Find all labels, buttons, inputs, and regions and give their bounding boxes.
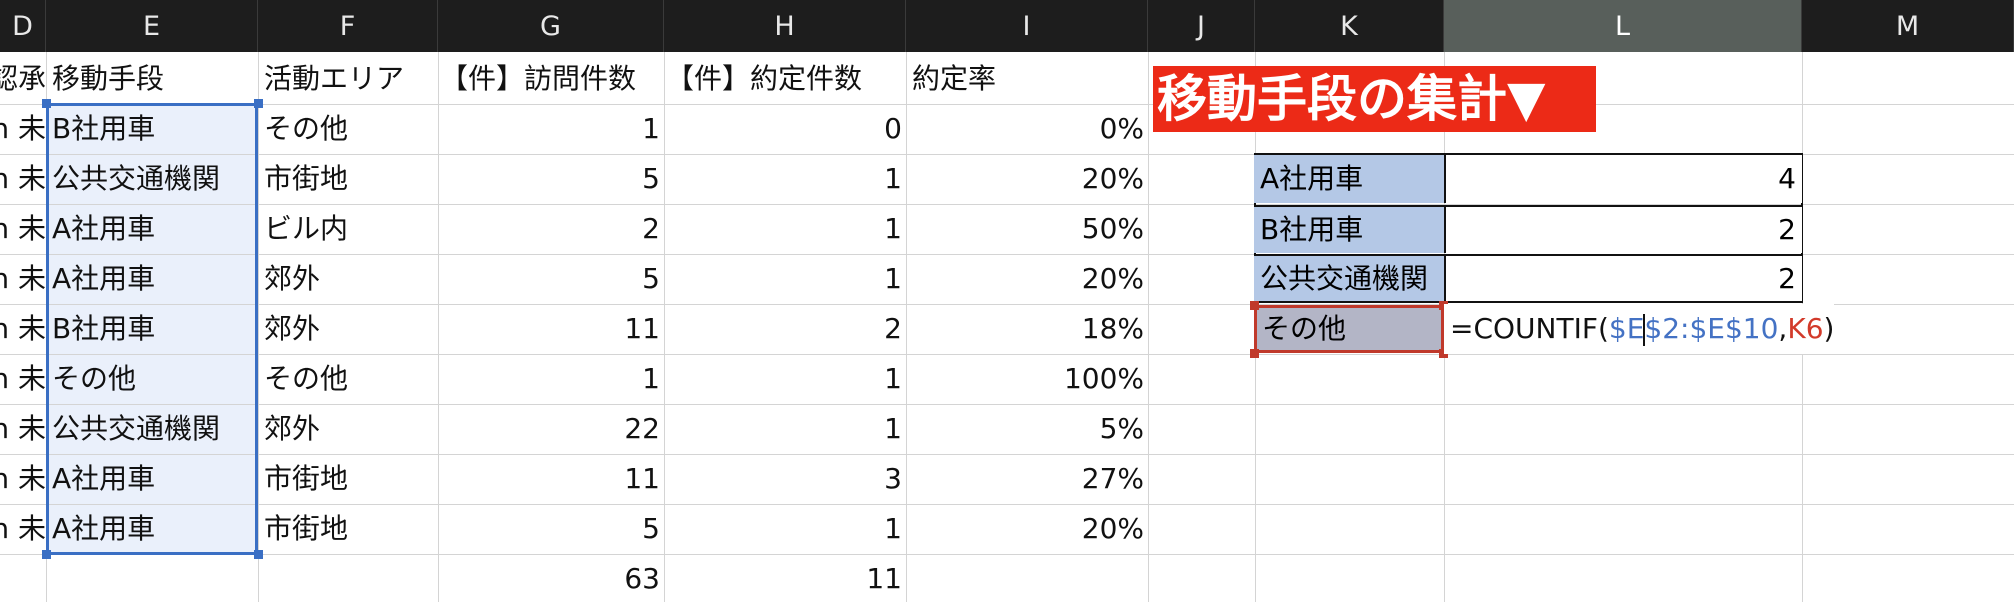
cell-d8[interactable]: n 未	[0, 404, 46, 454]
cell-f3[interactable]: 市街地	[258, 154, 438, 204]
selection-border	[46, 103, 258, 555]
cell-i7[interactable]: 100%	[906, 354, 1148, 404]
cell-f10[interactable]: 市街地	[258, 504, 438, 554]
cell-d10[interactable]: n 未	[0, 504, 46, 554]
cell-h7[interactable]: 1	[664, 354, 906, 404]
formula-comma: ,	[1778, 312, 1788, 345]
cell-f7[interactable]: その他	[258, 354, 438, 404]
cell-d4[interactable]: n 未	[0, 204, 46, 254]
formula-suffix: )	[1823, 312, 1835, 345]
gridline	[0, 554, 2014, 555]
column-header-k[interactable]: K	[1255, 0, 1444, 52]
ref-handle[interactable]	[1250, 301, 1259, 310]
cell-d9[interactable]: n 未	[0, 454, 46, 504]
cell-f9[interactable]: 市街地	[258, 454, 438, 504]
cell-g9[interactable]: 11	[438, 454, 664, 504]
cell-i10[interactable]: 20%	[906, 504, 1148, 554]
cell-d7[interactable]: n 未	[0, 354, 46, 404]
summary-label-b[interactable]: B社用車	[1254, 205, 1444, 253]
gridline	[1148, 52, 1149, 602]
formula-range-rest: $2:$E$10	[1644, 312, 1779, 345]
column-header-d[interactable]: D	[0, 0, 46, 52]
cell-g6[interactable]: 11	[438, 304, 664, 354]
cell-g-total[interactable]: 63	[438, 554, 664, 604]
cell-i1-header[interactable]: 約定率	[906, 54, 1148, 104]
summary-value-b[interactable]: 2	[1444, 205, 1802, 253]
summary-label-other[interactable]: その他	[1254, 305, 1444, 353]
formula-range-start: $E	[1608, 312, 1645, 345]
cell-g2[interactable]: 1	[438, 104, 664, 154]
cell-h9[interactable]: 3	[664, 454, 906, 504]
selection-handle[interactable]	[42, 99, 51, 108]
cell-g7[interactable]: 1	[438, 354, 664, 404]
cell-i2[interactable]: 0%	[906, 104, 1148, 154]
cell-i5[interactable]: 20%	[906, 254, 1148, 304]
summary-title: 移動手段の集計▼	[1153, 66, 1596, 132]
column-header-e[interactable]: E	[46, 0, 258, 52]
cell-e1-header[interactable]: 移動手段	[46, 54, 258, 104]
selection-handle[interactable]	[42, 550, 51, 559]
column-header-h[interactable]: H	[664, 0, 906, 52]
cell-h2[interactable]: 0	[664, 104, 906, 154]
cell-i9[interactable]: 27%	[906, 454, 1148, 504]
column-header-f[interactable]: F	[258, 0, 438, 52]
cell-d6[interactable]: n 未	[0, 304, 46, 354]
column-header-g[interactable]: G	[438, 0, 664, 52]
cell-h4[interactable]: 1	[664, 204, 906, 254]
cell-g4[interactable]: 2	[438, 204, 664, 254]
selection-handle[interactable]	[254, 99, 263, 108]
cell-h6[interactable]: 2	[664, 304, 906, 354]
cell-d3[interactable]: n 未	[0, 154, 46, 204]
cell-g5[interactable]: 5	[438, 254, 664, 304]
ref-handle[interactable]	[1250, 349, 1259, 358]
column-header-m[interactable]: M	[1802, 0, 2014, 52]
cell-f4[interactable]: ビル内	[258, 204, 438, 254]
column-header-l[interactable]: L	[1444, 0, 1802, 52]
cell-h10[interactable]: 1	[664, 504, 906, 554]
cell-h8[interactable]: 1	[664, 404, 906, 454]
formula-prefix: =COUNTIF(	[1450, 312, 1609, 345]
summary-value-a[interactable]: 4	[1444, 155, 1802, 203]
summary-label-a[interactable]: A社用車	[1254, 155, 1444, 203]
summary-label-c[interactable]: 公共交通機関	[1254, 254, 1444, 301]
cell-f8[interactable]: 郊外	[258, 404, 438, 454]
cell-i6[interactable]: 18%	[906, 304, 1148, 354]
cell-i3[interactable]: 20%	[906, 154, 1148, 204]
cell-f2[interactable]: その他	[258, 104, 438, 154]
cell-g8[interactable]: 22	[438, 404, 664, 454]
summary-value-c[interactable]: 2	[1444, 254, 1802, 301]
cell-f1-header[interactable]: 活動エリア	[258, 54, 438, 104]
cell-h3[interactable]: 1	[664, 154, 906, 204]
cell-g3[interactable]: 5	[438, 154, 664, 204]
cell-d2[interactable]: n 未	[0, 104, 46, 154]
column-header-i[interactable]: I	[906, 0, 1148, 52]
cell-d5[interactable]: n 未	[0, 254, 46, 304]
column-header-j[interactable]: J	[1148, 0, 1255, 52]
cell-h5[interactable]: 1	[664, 254, 906, 304]
cell-i4[interactable]: 50%	[906, 204, 1148, 254]
formula-criteria-ref: K6	[1787, 312, 1824, 345]
cell-f6[interactable]: 郊外	[258, 304, 438, 354]
cell-h-total[interactable]: 11	[664, 554, 906, 604]
cell-g10[interactable]: 5	[438, 504, 664, 554]
selection-handle[interactable]	[254, 550, 263, 559]
cell-i8[interactable]: 5%	[906, 404, 1148, 454]
cell-g1-header[interactable]: 【件】訪問件数	[438, 54, 664, 104]
cell-f5[interactable]: 郊外	[258, 254, 438, 304]
formula-edit-cell[interactable]: =COUNTIF($E$2:$E$10,K6)	[1444, 304, 1835, 354]
cell-h1-header[interactable]: 【件】約定件数	[664, 54, 906, 104]
cell-d1[interactable]: 認承	[0, 54, 46, 104]
